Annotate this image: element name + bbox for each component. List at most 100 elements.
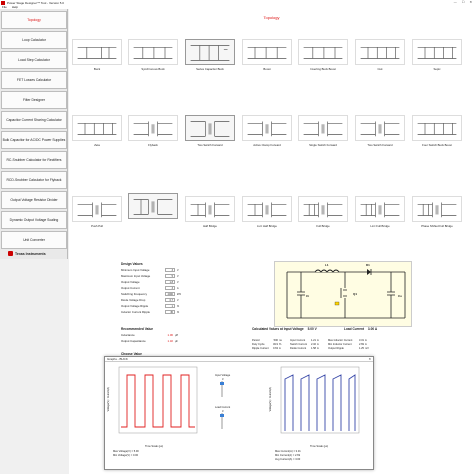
- right-legend-max: Max Current(A) = 3.31: [275, 450, 301, 453]
- max-input-voltage-field[interactable]: 5: [165, 274, 175, 278]
- diode-drop-field[interactable]: 0.7: [165, 298, 175, 302]
- design-row: Output Voltage 1.8 V: [121, 280, 179, 285]
- cuk-schematic-icon: [355, 39, 405, 65]
- design-row: Output Current 3 A: [121, 286, 179, 291]
- sidebar-item-dynamic-output-voltage[interactable]: Dynamic Output Voltage Scaling: [1, 211, 67, 229]
- min-input-voltage-field[interactable]: 3: [165, 268, 175, 272]
- recommended-row: Inductance 1.06 µH: [121, 333, 179, 337]
- right-legend-avg: Avg Current(A) = 3.00: [275, 458, 301, 461]
- switch-label: Q1: [353, 292, 358, 296]
- load-current-slider[interactable]: [220, 413, 224, 429]
- topology-label: Active Clamp Forward: [253, 143, 281, 147]
- half-bridge-schematic-icon: [185, 196, 235, 222]
- switch-node-plot: [118, 366, 198, 434]
- topology-sepic[interactable]: Sepic: [412, 39, 462, 71]
- active-clamp-forward-schematic-icon: [242, 115, 292, 141]
- topology-label: Two Switch Forward: [367, 143, 393, 147]
- topology-phase-shifted-full-bridge[interactable]: Phase Shifted Full Bridge: [412, 196, 462, 228]
- input-voltage-slider[interactable]: [220, 381, 224, 397]
- two-switch-forward-schematic-icon: [355, 115, 405, 141]
- topology-label: Four Switch Buck Boost: [422, 143, 452, 147]
- inverting-buck-boost-schematic-icon: [298, 39, 348, 65]
- close-button[interactable]: ✕: [469, 0, 472, 4]
- table-row: Period 500 ns Input Current 1.21 A Max Induc…: [252, 339, 367, 342]
- switching-frequency-field[interactable]: 2000: [165, 292, 175, 296]
- recommended-heading: Recommended Value: [121, 327, 154, 331]
- topology-full-bridge[interactable]: Full Bridge: [298, 196, 348, 228]
- topology-half-bridge-selected[interactable]: [128, 193, 178, 220]
- input-cap-label: Ci: [306, 294, 309, 298]
- topology-label: LLC Full Bridge: [370, 224, 390, 228]
- topology-label: Full Bridge: [316, 224, 330, 228]
- ti-logo-text: Texas Instruments: [15, 251, 46, 256]
- output-voltage-field[interactable]: 1.8: [165, 280, 175, 284]
- left-plot-xlabel: Time Scale (µs): [145, 445, 164, 448]
- output-current-field[interactable]: 3: [165, 286, 175, 290]
- right-plot-xlabel: Time Scale (µs): [310, 445, 329, 448]
- topology-llc-half-bridge[interactable]: LLC Half Bridge: [242, 196, 292, 228]
- single-switch-forward-schematic-icon: [298, 115, 348, 141]
- topology-active-clamp-forward[interactable]: Active Clamp Forward: [242, 115, 292, 147]
- sync-buck-schematic-icon: [128, 39, 178, 65]
- topology-synchronous-buck[interactable]: Synchronous Buck: [128, 39, 178, 71]
- topology-label: Push Pull: [91, 224, 103, 228]
- topology-single-switch-forward[interactable]: Single Switch Forward: [298, 115, 348, 147]
- topology-label: Synchronous Buck: [141, 67, 165, 71]
- right-legend-min: Min Current(A) = 2.69: [275, 454, 301, 457]
- recommended-row: Output Capacitance 1.32 µF: [121, 339, 178, 343]
- diode-label: D1: [366, 263, 370, 267]
- minimize-button[interactable]: —: [454, 0, 457, 4]
- topology-push-pull[interactable]: Push Pull: [72, 196, 122, 228]
- two-switch-forward-schematic-icon: [185, 115, 235, 141]
- maximize-button[interactable]: ☐: [462, 0, 465, 4]
- output-cap-label: Co: [398, 294, 402, 298]
- sidebar-item-capacitor-current-sharing[interactable]: Capacitor Current Sharing Calculator: [1, 111, 67, 129]
- boost-schematic-icon: [242, 39, 292, 65]
- sidebar-item-unit-converter[interactable]: Unit Converter: [1, 231, 67, 249]
- topology-buck[interactable]: Buck: [72, 39, 122, 71]
- sidebar: Topology Loop Calculator Load Step Calcu…: [0, 9, 68, 259]
- topology-series-capacitor-buck[interactable]: Series Capacitor Buck: [185, 39, 235, 71]
- sidebar-item-rc-snubber[interactable]: RC-Snubber Calculator for Rectifiers: [1, 151, 67, 169]
- sidebar-item-topology[interactable]: Topology: [1, 11, 67, 29]
- sidebar-item-fet-losses-calculator[interactable]: FET Losses Calculator: [1, 71, 67, 89]
- series-cap-buck-schematic-icon: [185, 39, 235, 65]
- output-ripple-field[interactable]: 1: [165, 304, 175, 308]
- topology-half-bridge[interactable]: Half Bridge: [185, 196, 235, 228]
- design-row: Minimum Input Voltage 3 V: [121, 268, 179, 273]
- sidebar-item-output-voltage-divider[interactable]: Output Voltage Resistor Divider: [1, 191, 67, 209]
- input-voltage-slider-handle[interactable]: [220, 382, 224, 385]
- inductor-ripple-field[interactable]: 30: [165, 310, 175, 314]
- flyback-schematic-icon: [128, 115, 178, 141]
- sidebar-item-load-step-calculator[interactable]: Load Step Calculator: [1, 51, 67, 69]
- dialog-close-button[interactable]: ✕: [368, 357, 371, 361]
- window-title: Power Stage Designer™ Tool - Version 5.0: [7, 0, 64, 5]
- push-pull-schematic-icon: [72, 196, 122, 222]
- topology-boost[interactable]: Boost: [242, 39, 292, 71]
- load-current-slider-handle[interactable]: [220, 414, 224, 417]
- topology-flyback[interactable]: Flyback: [128, 115, 178, 147]
- sidebar-item-filter-designer[interactable]: Filter Designer: [1, 91, 67, 109]
- topology-llc-full-bridge[interactable]: LLC Full Bridge: [355, 196, 405, 228]
- load-current-label: Load Current: [215, 406, 231, 409]
- app-icon: [1, 0, 5, 5]
- design-row: Inductor Current Ripple 30%: [121, 310, 180, 315]
- topology-cuk[interactable]: Cuk: [355, 39, 405, 71]
- topology-label: Zeta: [94, 143, 100, 147]
- topology-four-switch-buck-boost[interactable]: Four Switch Buck Boost: [412, 115, 462, 147]
- left-legend-min: Min Voltage(V) = 0.00: [113, 454, 139, 457]
- left-plot-ylabel: Voltage(V) / Current(A): [107, 387, 110, 412]
- sidebar-item-rcd-snubber[interactable]: RCD-Snubber Calculator for Flyback: [1, 171, 67, 189]
- topology-zeta[interactable]: Zeta: [72, 115, 122, 147]
- buck-schematic-icon: [72, 39, 122, 65]
- topology-label: Inverting Buck Boost: [310, 67, 336, 71]
- topology-two-switch-forward-2[interactable]: Two Switch Forward: [355, 115, 405, 147]
- sidebar-item-bulk-capacitor[interactable]: Bulk Capacitor for AC/DC Power Supplies: [1, 131, 67, 149]
- topology-label: LLC Half Bridge: [257, 224, 277, 228]
- sidebar-item-loop-calculator[interactable]: Loop Calculator: [1, 31, 67, 49]
- inductor-current-plot: [280, 366, 360, 434]
- topology-label: Half Bridge: [203, 224, 217, 228]
- topology-inverting-buck-boost[interactable]: Inverting Buck Boost: [298, 39, 348, 71]
- graphs-dialog[interactable]: Graphs - BUCK ✕ Voltage(V) / Current(A) …: [104, 356, 374, 470]
- topology-two-switch-forward-1[interactable]: Two Switch Forward: [185, 115, 235, 147]
